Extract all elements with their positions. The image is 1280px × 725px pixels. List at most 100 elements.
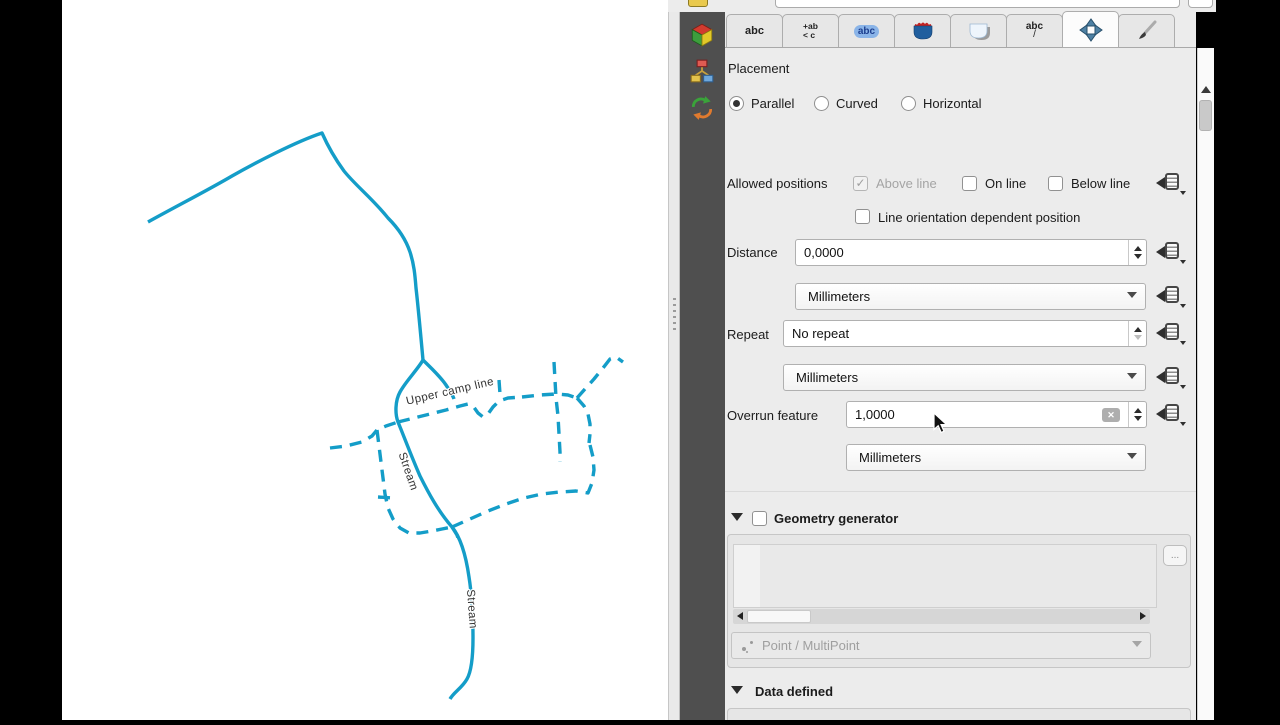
panel-splitter[interactable] xyxy=(668,0,680,720)
override-sheet-icon xyxy=(1165,404,1179,421)
override-arrow-icon xyxy=(1156,177,1165,189)
distance-unit-combo[interactable]: Millimeters xyxy=(795,283,1146,310)
overrun-spinbox[interactable]: ✕ xyxy=(846,401,1147,428)
checkbox-below-line-label: Below line xyxy=(1071,176,1130,191)
expression-browse-button[interactable]: ... xyxy=(1163,545,1187,566)
tab-background[interactable] xyxy=(894,14,951,48)
splitter-handle-dots[interactable] xyxy=(673,298,676,332)
map-canvas[interactable]: Upper camp line Stream Stream xyxy=(62,0,668,720)
geometry-generator-checkbox[interactable] xyxy=(752,511,767,526)
vertical-scrollbar-thumb[interactable] xyxy=(1199,100,1212,131)
override-caret-icon xyxy=(1180,341,1186,345)
scroll-left-arrow-icon[interactable] xyxy=(737,612,743,620)
distance-unit-override-button[interactable] xyxy=(1156,285,1186,307)
radio-parallel-label: Parallel xyxy=(751,96,794,111)
repeat-label: Repeat xyxy=(727,327,769,342)
checkbox-on-line-label: On line xyxy=(985,176,1026,191)
geometry-type-combo[interactable]: Point / MultiPoint xyxy=(731,632,1151,659)
spin-down-icon[interactable] xyxy=(1134,254,1142,259)
tab-rendering[interactable] xyxy=(1118,14,1175,48)
background-tab-icon xyxy=(910,20,936,42)
repeat-override-button[interactable] xyxy=(1156,322,1186,344)
text-tab-icon: abc xyxy=(745,25,764,37)
top-mini-button[interactable] xyxy=(1188,0,1213,8)
data-defined-collapse-icon[interactable] xyxy=(731,686,743,694)
distance-spinbox[interactable] xyxy=(795,239,1147,266)
callouts-tab-icon: abc / xyxy=(1026,23,1043,39)
override-arrow-icon xyxy=(1156,408,1165,420)
distance-input[interactable] xyxy=(804,241,1049,264)
override-sheet-icon xyxy=(1165,323,1179,340)
clear-value-icon[interactable]: ✕ xyxy=(1102,408,1120,422)
checkbox-on-line[interactable] xyxy=(962,176,977,191)
scroll-right-arrow-icon[interactable] xyxy=(1140,612,1146,620)
buffer-tab-icon: abc xyxy=(854,25,879,38)
automated-placement-icon[interactable] xyxy=(688,0,708,7)
expression-editor[interactable] xyxy=(733,544,1157,608)
distance-override-button[interactable] xyxy=(1156,241,1186,263)
placement-tab-icon xyxy=(1079,18,1103,42)
radio-curved[interactable] xyxy=(814,96,829,111)
expression-editor-gutter xyxy=(734,545,760,607)
allowed-positions-label: Allowed positions xyxy=(727,176,827,191)
override-caret-icon xyxy=(1180,260,1186,264)
override-sheet-icon xyxy=(1165,242,1179,259)
radio-horizontal-label: Horizontal xyxy=(923,96,982,111)
overrun-override-button[interactable] xyxy=(1156,403,1186,425)
radio-horizontal[interactable] xyxy=(901,96,916,111)
rendering-tab-icon xyxy=(1135,19,1159,43)
distance-spinner[interactable] xyxy=(1128,240,1146,265)
radio-parallel[interactable] xyxy=(729,96,744,111)
repeat-input[interactable] xyxy=(792,322,1045,345)
checkbox-line-orientation[interactable] xyxy=(855,209,870,224)
geometry-type-value: Point / MultiPoint xyxy=(762,638,860,653)
override-sheet-icon xyxy=(1165,286,1179,303)
stream-line-lower xyxy=(396,360,473,699)
spin-up-icon[interactable] xyxy=(1134,408,1142,413)
formatting-tab-icon: +ab < c xyxy=(803,22,818,40)
tab-text[interactable]: abc xyxy=(726,14,783,48)
overrun-unit-combo[interactable]: Millimeters xyxy=(846,444,1146,471)
checkbox-line-orientation-label: Line orientation dependent position xyxy=(878,210,1080,225)
repeat-unit-value: Millimeters xyxy=(796,370,858,385)
repeat-unit-combo[interactable]: Millimeters xyxy=(783,364,1146,391)
spin-up-icon[interactable] xyxy=(1134,327,1142,332)
tab-callouts[interactable]: abc / xyxy=(1006,14,1063,48)
tab-shadow[interactable] xyxy=(950,14,1007,48)
stream-line-main xyxy=(148,133,423,360)
geometry-generator-collapse-icon[interactable] xyxy=(731,513,743,521)
spin-up-icon[interactable] xyxy=(1134,246,1142,251)
tabbar-border xyxy=(725,47,1196,48)
repeat-unit-override-button[interactable] xyxy=(1156,366,1186,388)
allowed-positions-override-button[interactable] xyxy=(1156,172,1186,194)
scroll-up-arrow-icon[interactable] xyxy=(1201,86,1211,93)
override-caret-icon xyxy=(1180,385,1186,389)
override-caret-icon xyxy=(1180,304,1186,308)
tab-buffer[interactable]: abc xyxy=(838,14,895,48)
symbology-cube-icon[interactable] xyxy=(689,22,715,48)
repeat-spinbox[interactable] xyxy=(783,320,1147,347)
override-arrow-icon xyxy=(1156,327,1165,339)
spin-down-icon[interactable] xyxy=(1134,335,1142,340)
override-arrow-icon xyxy=(1156,290,1165,302)
radio-curved-label: Curved xyxy=(836,96,878,111)
repeat-spinner[interactable] xyxy=(1128,321,1146,346)
override-arrow-icon xyxy=(1156,371,1165,383)
distance-unit-value: Millimeters xyxy=(808,289,870,304)
checkbox-above-line[interactable]: ✓ xyxy=(853,176,868,191)
topology-icon[interactable] xyxy=(689,58,715,84)
history-arrows-icon[interactable] xyxy=(689,95,715,121)
tab-formatting[interactable]: +ab < c xyxy=(782,14,839,48)
horizontal-scrollbar-thumb[interactable] xyxy=(747,610,811,623)
search-input[interactable] xyxy=(775,0,1180,8)
checkbox-below-line[interactable] xyxy=(1048,176,1063,191)
spin-down-icon[interactable] xyxy=(1134,416,1142,421)
mouse-cursor xyxy=(933,412,949,434)
overrun-spinner[interactable] xyxy=(1128,402,1146,427)
expression-horizontal-scrollbar[interactable] xyxy=(733,609,1150,624)
combo-arrow-icon xyxy=(1132,641,1142,647)
override-caret-icon xyxy=(1180,422,1186,426)
override-sheet-icon xyxy=(1165,367,1179,384)
vertical-scrollbar[interactable] xyxy=(1197,48,1214,720)
tab-placement[interactable] xyxy=(1062,11,1119,48)
